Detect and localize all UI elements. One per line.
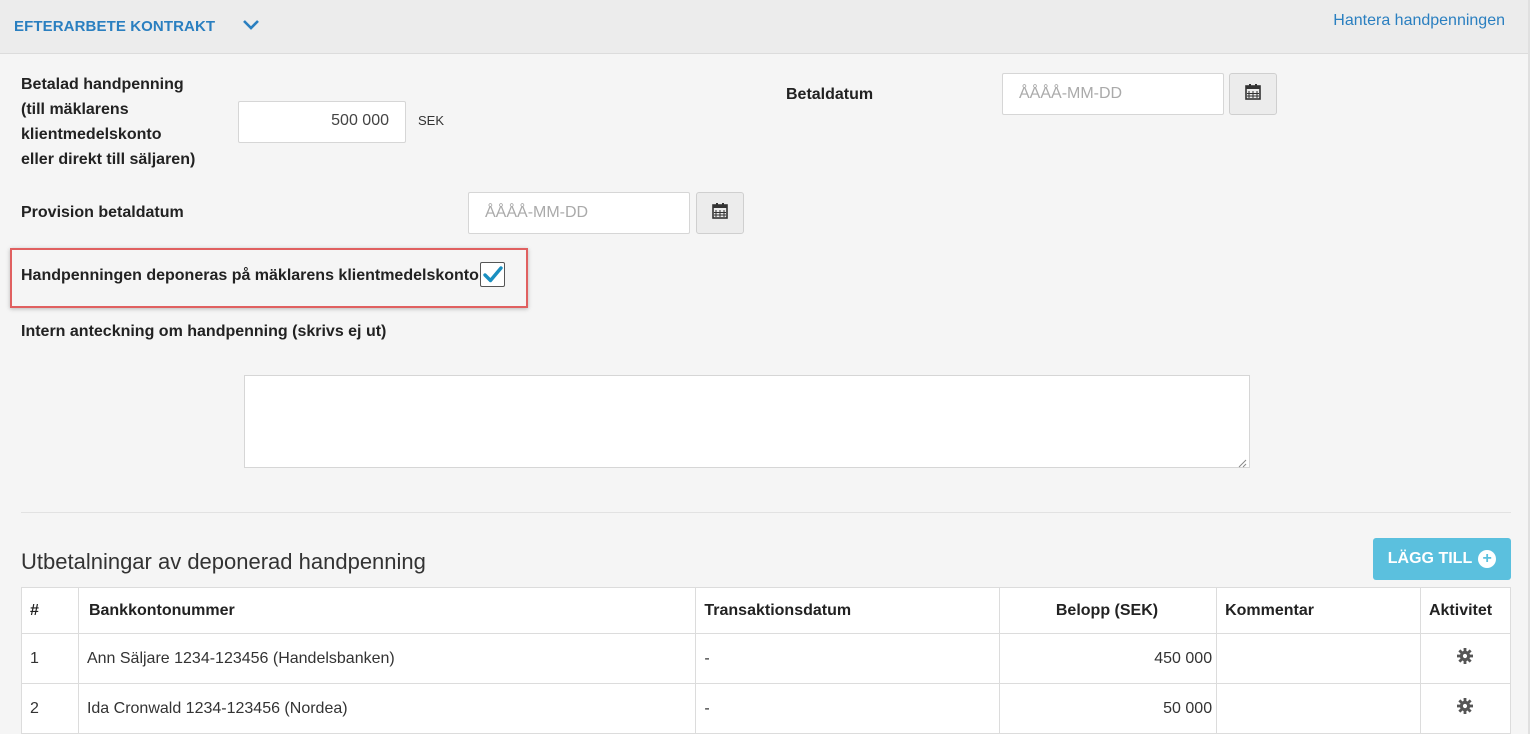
column-header: Transaktionsdatum bbox=[695, 587, 1001, 634]
paid-deposit-input[interactable]: 500 000 bbox=[238, 101, 406, 143]
column-header: Bankkontonummer bbox=[77, 587, 697, 634]
commission-date-input[interactable]: ÅÅÅÅ-MM-DD bbox=[468, 192, 690, 234]
divider bbox=[21, 512, 1511, 513]
column-header: Belopp (SEK) bbox=[999, 587, 1218, 634]
row-account: Ann Säljare 1234-123456 (Handelsbanken) bbox=[77, 633, 697, 684]
paid-deposit-label-line: eller direkt till säljaren) bbox=[21, 151, 196, 168]
pay-date-label: Betaldatum bbox=[786, 86, 874, 103]
table-header-row: # Bankkontonummer Transaktionsdatum Belo… bbox=[21, 587, 1512, 634]
paid-deposit-label-line: (till mäklarens bbox=[21, 101, 129, 118]
gear-icon[interactable] bbox=[1456, 697, 1474, 720]
manage-deposit-link[interactable]: Hantera handpenningen bbox=[1333, 12, 1505, 30]
row-account: Ida Cronwald 1234-123456 (Nordea) bbox=[77, 683, 697, 734]
internal-note-label: Intern anteckning om handpenning (skrivs… bbox=[21, 323, 387, 340]
column-header: Kommentar bbox=[1216, 587, 1421, 634]
commission-date-label: Provision betaldatum bbox=[21, 204, 184, 221]
deposit-checkbox[interactable] bbox=[480, 262, 505, 287]
internal-note-textarea[interactable] bbox=[244, 375, 1250, 468]
paid-deposit-label-line: klientmedelskonto bbox=[21, 126, 162, 143]
currency-label: SEK bbox=[418, 113, 445, 128]
gear-icon[interactable] bbox=[1456, 647, 1474, 670]
add-payout-button[interactable]: LÄGG TILL + bbox=[1373, 538, 1511, 580]
paid-deposit-label-line: Betalad handpenning bbox=[21, 76, 184, 93]
row-actions bbox=[1419, 633, 1512, 684]
row-amount: 450 000 bbox=[999, 633, 1218, 684]
payouts-title: Utbetalningar av deponerad handpenning bbox=[21, 549, 426, 574]
column-header: # bbox=[21, 587, 79, 634]
payouts-table: # Bankkontonummer Transaktionsdatum Belo… bbox=[21, 587, 1512, 734]
paid-deposit-label: Betalad handpenning (till mäklarens klie… bbox=[21, 72, 195, 172]
calendar-icon bbox=[711, 202, 729, 225]
pay-date-input[interactable]: ÅÅÅÅ-MM-DD bbox=[1002, 73, 1224, 115]
add-button-label: LÄGG TILL bbox=[1387, 550, 1473, 567]
row-number: 1 bbox=[21, 633, 79, 684]
section-header: EFTERARBETE KONTRAKT Hantera handpenning… bbox=[0, 0, 1530, 54]
table-row: 1 Ann Säljare 1234-123456 (Handelsbanken… bbox=[21, 633, 1512, 684]
pay-date-calendar-button[interactable] bbox=[1229, 73, 1277, 115]
column-header: Aktivitet bbox=[1419, 587, 1512, 634]
calendar-icon bbox=[1244, 83, 1262, 106]
resize-handle-icon[interactable] bbox=[1237, 455, 1247, 468]
row-date: - bbox=[695, 683, 1001, 734]
row-date: - bbox=[695, 633, 1001, 684]
plus-circle-icon: + bbox=[1478, 550, 1497, 568]
row-comment bbox=[1216, 683, 1421, 734]
row-number: 2 bbox=[21, 683, 79, 734]
row-amount: 50 000 bbox=[999, 683, 1218, 734]
table-row: 2 Ida Cronwald 1234-123456 (Nordea) - 50… bbox=[21, 683, 1512, 734]
deposit-checkbox-label: Handpenningen deponeras på mäklarens kli… bbox=[21, 267, 479, 284]
section-title: EFTERARBETE KONTRAKT bbox=[14, 18, 216, 35]
checkmark-icon bbox=[481, 266, 504, 290]
row-comment bbox=[1216, 633, 1421, 684]
row-actions bbox=[1419, 683, 1512, 734]
commission-date-calendar-button[interactable] bbox=[696, 192, 744, 234]
chevron-down-icon[interactable] bbox=[242, 18, 260, 32]
